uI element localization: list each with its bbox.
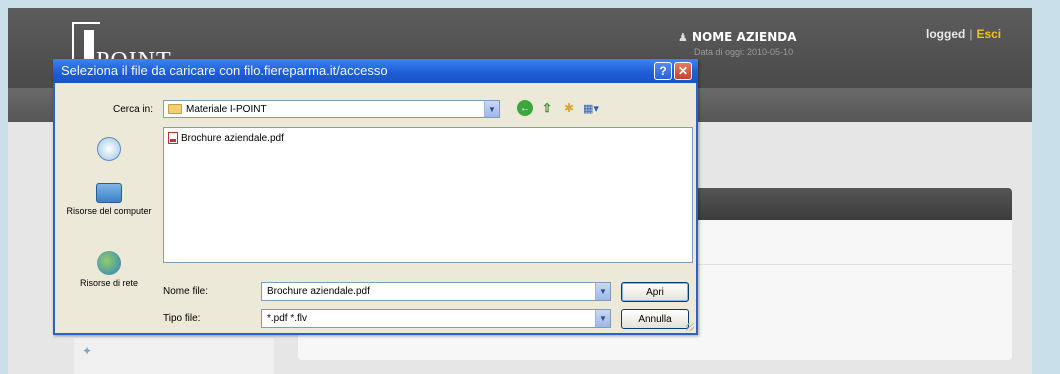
place-network[interactable]: Risorse di rete — [59, 251, 159, 288]
place-my-computer[interactable]: Risorse del computer — [59, 183, 159, 216]
dialog-toolbar: ← ⇧ ✱ ▦▾ — [517, 100, 599, 116]
views-menu-icon[interactable]: ▦▾ — [583, 100, 599, 116]
logged-label: logged — [926, 27, 966, 41]
place-recent[interactable] — [59, 137, 159, 164]
file-type-select[interactable]: *.pdf *.flv ▼ — [261, 309, 611, 328]
open-button[interactable]: Apri — [621, 282, 689, 302]
company-name: ♟ NOME AZIENDA — [678, 30, 797, 44]
help-button[interactable]: ? — [654, 62, 672, 80]
company-name-label: NOME AZIENDA — [692, 30, 797, 44]
look-in-label: Cerca in: — [113, 104, 154, 115]
close-button[interactable]: ✕ — [674, 62, 692, 80]
file-name: Brochure aziendale.pdf — [181, 132, 284, 144]
places-bar: Risorse del computer Risorse di rete — [59, 127, 159, 317]
pdf-file-icon — [168, 132, 178, 144]
file-name-field[interactable]: Brochure aziendale.pdf ▼ — [261, 282, 611, 301]
look-in-select[interactable]: Materiale I-POINT ▼ — [163, 100, 500, 118]
file-type-value: *.pdf *.flv — [267, 313, 308, 324]
cancel-button[interactable]: Annulla — [621, 309, 689, 329]
recent-documents-icon — [97, 137, 121, 161]
file-list[interactable]: Brochure aziendale.pdf — [163, 127, 693, 263]
chevron-down-icon[interactable]: ▼ — [595, 310, 610, 327]
chevron-down-icon[interactable]: ▼ — [595, 283, 610, 300]
logout-link[interactable]: Esci — [976, 27, 1001, 41]
person-icon: ♟ — [678, 31, 688, 44]
dialog-titlebar[interactable]: Seleziona il file da caricare con filo.f… — [53, 59, 698, 83]
comment-icon[interactable]: ✦ — [82, 344, 92, 358]
back-icon[interactable]: ← — [517, 100, 533, 116]
chevron-down-icon[interactable]: ▼ — [484, 101, 499, 117]
user-links: logged | Esci — [926, 27, 1001, 41]
resize-grip[interactable] — [686, 323, 694, 331]
place-label: Risorse di rete — [79, 278, 139, 288]
dialog-title: Seleziona il file da caricare con filo.f… — [61, 63, 388, 78]
new-folder-icon[interactable]: ✱ — [561, 100, 577, 116]
file-item[interactable]: Brochure aziendale.pdf — [168, 132, 284, 144]
up-folder-icon[interactable]: ⇧ — [539, 100, 555, 116]
link-separator: | — [969, 27, 973, 41]
file-open-dialog: Seleziona il file da caricare con filo.f… — [53, 59, 698, 335]
file-type-label: Tipo file: — [163, 313, 201, 324]
side-column — [74, 338, 274, 374]
place-label: Risorse del computer — [66, 206, 152, 216]
look-in-value: Materiale I-POINT — [186, 103, 267, 115]
file-name-value: Brochure aziendale.pdf — [267, 286, 370, 297]
network-icon — [97, 251, 121, 275]
computer-icon — [96, 183, 122, 203]
file-name-label: Nome file: — [163, 286, 209, 297]
folder-icon — [168, 104, 182, 114]
today-date: Data di oggi: 2010-05-10 — [694, 47, 794, 57]
